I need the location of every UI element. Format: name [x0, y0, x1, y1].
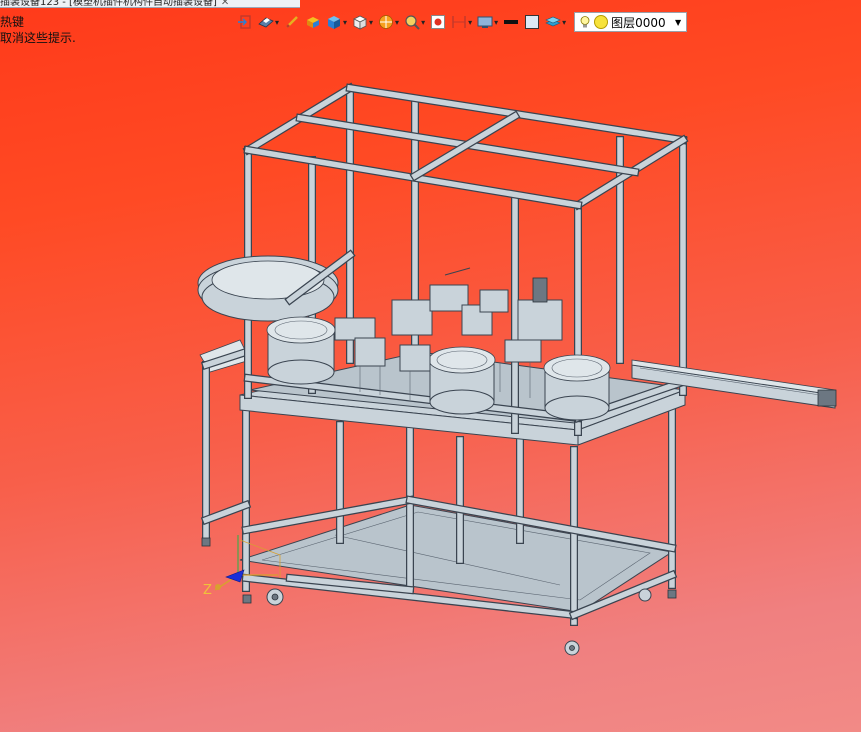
layer-stack-button[interactable]: ▾: [544, 12, 567, 32]
vibratory-bowl-left: [197, 249, 356, 322]
exit-icon: [238, 15, 251, 29]
cube-white-icon: [353, 15, 367, 30]
face-color-button[interactable]: [523, 12, 541, 32]
display-icon: [477, 16, 493, 28]
view-toolbar: ▾ ▾ ▾ ▾ ▾ ▾ ▾ ▾ 图层0000 ▼: [236, 11, 688, 33]
zoom-button[interactable]: ▾: [403, 12, 426, 32]
exit-button[interactable]: [236, 12, 254, 32]
machine-model: [197, 82, 837, 656]
view-orient-button[interactable]: ▾: [257, 12, 280, 32]
line-color-icon: [504, 20, 519, 24]
light-bulb-icon[interactable]: [578, 15, 592, 29]
wire-cube-button[interactable]: ▾: [351, 12, 374, 32]
zoom-icon: [405, 15, 420, 30]
layer-on-icon[interactable]: [594, 15, 609, 29]
box-color-icon: [307, 17, 320, 28]
section-view-button[interactable]: ▾: [377, 12, 400, 32]
z-axis-label: Z: [203, 583, 212, 598]
layer-stack-icon: [545, 16, 561, 27]
sketch-pen-button[interactable]: [283, 12, 301, 32]
face-color-icon: [525, 15, 540, 29]
chevron-down-icon[interactable]: ▼: [675, 18, 681, 27]
layer-name: 图层0000: [611, 15, 666, 30]
dimension-button[interactable]: ▾: [450, 12, 473, 32]
cad-viewport[interactable]: .f { fill:#c9d3da; stroke:#3a4450; strok…: [0, 0, 861, 732]
feeder-bowl-2: [428, 346, 496, 415]
line-color-button[interactable]: [502, 12, 520, 32]
render-icon: [431, 15, 446, 29]
box-color-button[interactable]: [304, 12, 322, 32]
cube-shaded-icon: [328, 16, 341, 29]
pen-icon: [286, 16, 298, 28]
feeder-bowl-1: [266, 316, 336, 385]
feeder-bowl-3: [543, 354, 611, 421]
view-orient-icon: [258, 17, 274, 28]
layer-select[interactable]: 图层0000 ▼: [574, 12, 688, 32]
display-mode-button[interactable]: ▾: [476, 12, 499, 32]
section-icon: [379, 15, 393, 29]
render-button[interactable]: [429, 12, 447, 32]
dimension-icon: [452, 16, 466, 28]
shaded-cube-button[interactable]: ▾: [325, 12, 348, 32]
